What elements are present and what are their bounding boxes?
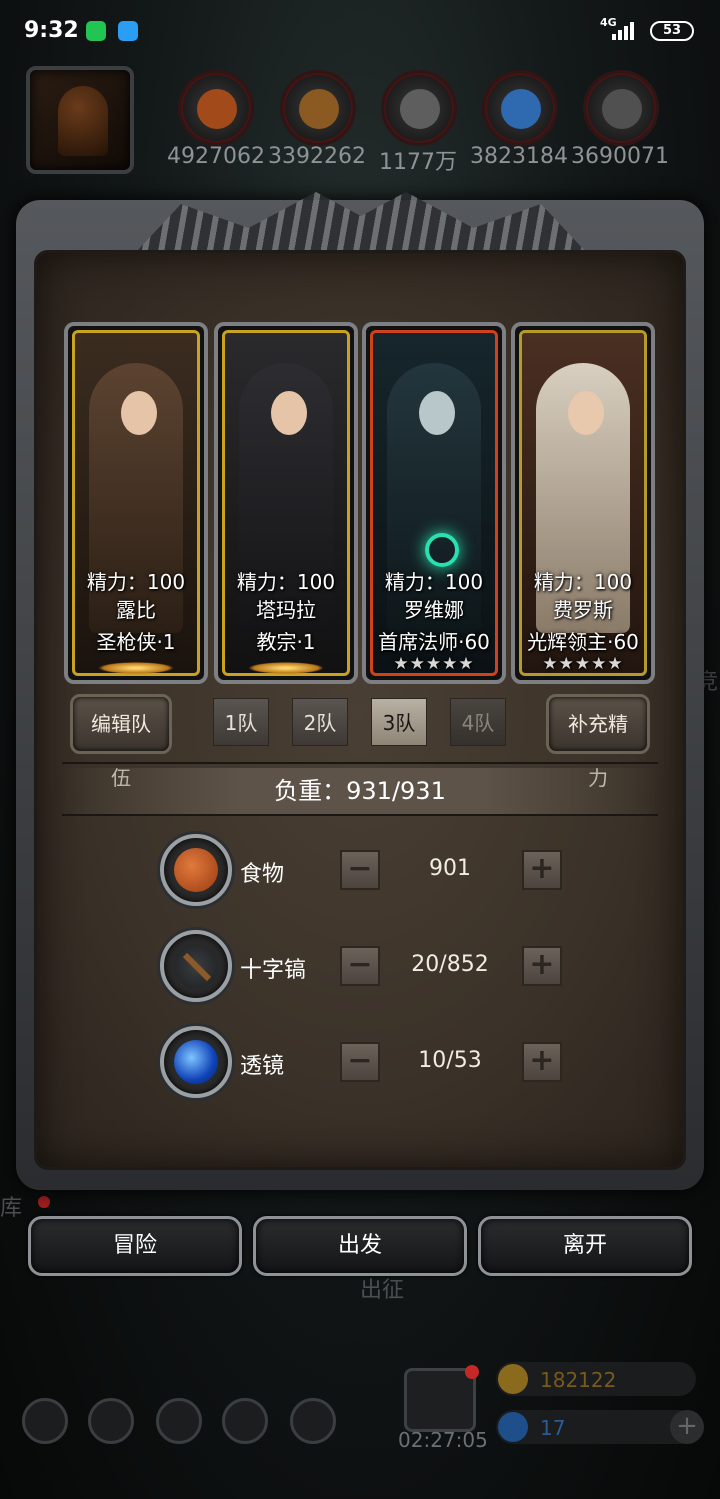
- wood-icon: [299, 89, 339, 129]
- hero-card-1[interactable]: 精力：100 露比 圣枪侠·1: [64, 322, 208, 684]
- resource-iron-value: 1177万: [379, 150, 457, 175]
- lens-icon: [174, 1040, 218, 1084]
- resource-food-value: 4927062: [167, 144, 265, 169]
- increase-button[interactable]: +: [522, 850, 562, 890]
- stone-icon: [602, 89, 642, 129]
- tab-team-3[interactable]: 3队: [371, 698, 427, 746]
- resource-food[interactable]: [178, 70, 254, 146]
- item-quantity: 10/53: [418, 1048, 482, 1073]
- notification-dot: [465, 1365, 479, 1379]
- gold-icon: [498, 1364, 528, 1394]
- hero-stars: ★★★★★: [542, 654, 624, 674]
- hero-stars: ★★★★★: [393, 654, 475, 674]
- hero-class: 光辉领主·60: [527, 630, 639, 654]
- depart-button[interactable]: 出发: [253, 1216, 467, 1276]
- increase-button[interactable]: +: [522, 946, 562, 986]
- resource-stone[interactable]: [583, 70, 659, 146]
- tab-team-1[interactable]: 1队: [213, 698, 269, 746]
- dragon-ornament: [136, 192, 586, 252]
- notification-dot: [38, 1196, 50, 1208]
- refill-energy-button[interactable]: 补充精力: [546, 694, 650, 790]
- star-icon[interactable]: [88, 1398, 134, 1444]
- hero-card-4[interactable]: 精力：100 费罗斯 光辉领主·60 ★★★★★: [511, 322, 655, 684]
- add-gems-button[interactable]: +: [670, 1410, 704, 1444]
- hero-name: 露比: [116, 598, 156, 622]
- hero-name: 罗维娜: [404, 598, 464, 622]
- item-quantity: 20/852: [411, 952, 489, 977]
- food-icon: [197, 89, 237, 129]
- settings-icon[interactable]: [22, 1398, 68, 1444]
- hero-card-3[interactable]: 精力：100 罗维娜 首席法师·60 ★★★★★: [362, 322, 506, 684]
- resource-stone-value: 3690071: [571, 144, 669, 169]
- divider: [62, 814, 658, 816]
- tab-team-2[interactable]: 2队: [292, 698, 348, 746]
- hero-energy: 精力：100: [86, 570, 186, 594]
- gem-icon: [498, 1412, 528, 1442]
- edit-team-button[interactable]: 编辑队伍: [70, 694, 172, 790]
- pickaxe-icon: [174, 944, 218, 988]
- item-row-food: 食物 − 901 +: [160, 834, 580, 910]
- iron-icon: [400, 89, 440, 129]
- bg-warehouse-label: 库: [0, 1196, 23, 1221]
- adventure-button[interactable]: 冒险: [28, 1216, 242, 1276]
- resource-crystal-value: 3823184: [470, 144, 568, 169]
- hero-class: 圣枪侠·1: [96, 630, 176, 654]
- hero-class: 教宗·1: [256, 630, 316, 654]
- gift-icon[interactable]: [404, 1365, 479, 1432]
- gem-amount: 17: [540, 1416, 566, 1440]
- decrease-button[interactable]: −: [340, 850, 380, 890]
- load-capacity: 负重：931/931: [62, 768, 658, 814]
- hero-energy: 精力：100: [533, 570, 633, 594]
- gold-amount: 182122: [540, 1368, 617, 1392]
- pickaxe-orb: [160, 930, 232, 1002]
- resource-crystal[interactable]: [482, 70, 558, 146]
- hero-name: 费罗斯: [553, 598, 613, 622]
- item-label: 食物: [240, 862, 285, 887]
- food-orb: [160, 834, 232, 906]
- crescent-icon: [248, 662, 324, 674]
- guild-icon[interactable]: [156, 1398, 202, 1444]
- divider: [62, 762, 658, 764]
- hero-energy: 精力：100: [384, 570, 484, 594]
- tab-team-4[interactable]: 4队: [450, 698, 506, 746]
- hero-card-2[interactable]: 精力：100 塔玛拉 教宗·1: [214, 322, 358, 684]
- signal-icon: [612, 22, 638, 40]
- resource-wood-value: 3392262: [268, 144, 366, 169]
- lens-orb: [160, 1026, 232, 1098]
- food-icon: [174, 848, 218, 892]
- map-icon[interactable]: [290, 1398, 336, 1444]
- item-row-pickaxe: 十字镐 − 20/852 +: [160, 930, 580, 1006]
- status-bar: 9:32 4G 53: [0, 0, 720, 62]
- increase-button[interactable]: +: [522, 1042, 562, 1082]
- resource-wood[interactable]: [280, 70, 356, 146]
- status-time: 9:32: [24, 18, 79, 43]
- bg-expedition-label: 出征: [360, 1278, 405, 1303]
- app-notification-icon: [86, 21, 106, 41]
- item-label: 十字镐: [240, 958, 307, 983]
- item-row-lens: 透镜 − 10/53 +: [160, 1026, 580, 1102]
- leave-button[interactable]: 离开: [478, 1216, 692, 1276]
- hero-name: 塔玛拉: [256, 598, 316, 622]
- resource-iron[interactable]: [381, 70, 457, 146]
- battery-icon: 53: [650, 21, 694, 41]
- decrease-button[interactable]: −: [340, 1042, 380, 1082]
- mail-icon[interactable]: [222, 1398, 268, 1444]
- hero-class: 首席法师·60: [378, 630, 490, 654]
- gift-timer: 02:27:05: [398, 1428, 488, 1452]
- crescent-icon: [98, 662, 174, 674]
- app-notification-icon-2: [118, 21, 138, 41]
- player-avatar[interactable]: [26, 66, 134, 174]
- hero-energy: 精力：100: [236, 570, 336, 594]
- decrease-button[interactable]: −: [340, 946, 380, 986]
- hooded-figure-icon: [58, 86, 108, 156]
- item-label: 透镜: [240, 1054, 285, 1079]
- item-quantity: 901: [429, 856, 471, 881]
- crystal-icon: [501, 89, 541, 129]
